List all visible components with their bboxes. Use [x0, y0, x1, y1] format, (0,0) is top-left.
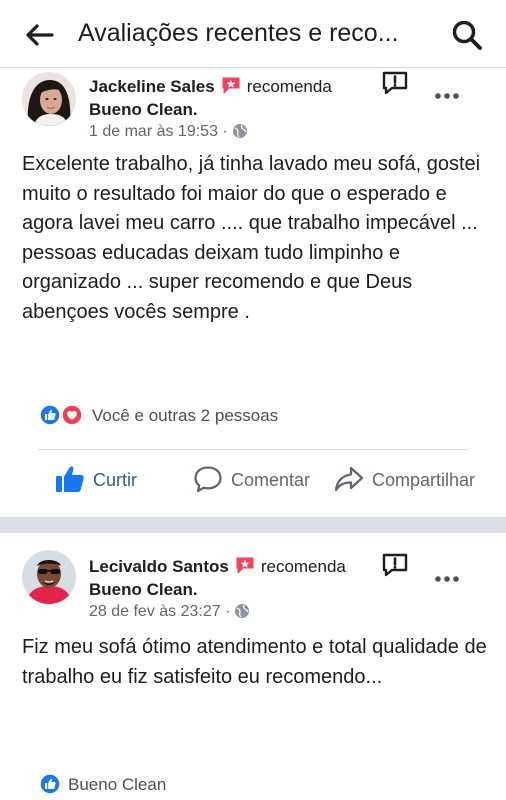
reactions-summary[interactable]: Bueno Clean [38, 773, 166, 795]
review-post: Jackeline Sales recomenda Bueno Clean. 1… [0, 68, 506, 517]
top-bar: Avaliações recentes e reco... [0, 0, 506, 68]
like-reaction-icon [39, 773, 61, 795]
avatar[interactable] [22, 72, 76, 126]
search-icon[interactable] [451, 19, 483, 51]
comment-button[interactable]: Comentar [193, 465, 310, 493]
thumbs-up-icon [56, 466, 84, 492]
report-flag-icon[interactable] [381, 552, 409, 578]
more-options-icon[interactable] [434, 92, 460, 100]
avatar[interactable] [22, 550, 76, 604]
reactions-summary[interactable]: Você e outras 2 pessoas [38, 404, 278, 426]
recommendation-icon [222, 77, 240, 94]
post-actions: Curtir Comentar Compartilhar [0, 465, 506, 505]
report-flag-icon[interactable] [381, 70, 409, 96]
globe-icon [235, 604, 250, 618]
more-options-icon[interactable] [434, 575, 460, 583]
page-name[interactable]: Bueno Clean. [89, 580, 198, 600]
share-icon [334, 466, 364, 492]
post-date[interactable]: 1 de mar às 19:53 · [89, 123, 228, 140]
divider [38, 449, 468, 450]
post-separator [0, 517, 506, 533]
globe-icon [232, 124, 247, 138]
comment-icon [194, 466, 222, 493]
review-text: Fiz meu sofá ótimo atendimento e total q… [22, 636, 487, 688]
reactions-text: Bueno Clean [68, 775, 167, 794]
like-love-reaction-icons [39, 404, 83, 426]
page-name[interactable]: Bueno Clean. [89, 100, 198, 120]
author-name[interactable]: Lecivaldo Santos [89, 557, 229, 576]
reactions-text: Você e outras 2 pessoas [92, 406, 279, 425]
comment-label: Comentar [231, 470, 311, 490]
review-post: Lecivaldo Santos recomenda Bueno Clean. … [0, 533, 506, 800]
post-date[interactable]: 28 de fev às 23:27 · [89, 603, 230, 620]
recommends-label: recomenda [246, 77, 332, 96]
review-text: Excelente trabalho, já tinha lavado meu … [22, 153, 481, 323]
share-button[interactable]: Compartilhar [334, 465, 475, 493]
recommendation-icon [236, 557, 254, 574]
page-title: Avaliações recentes e reco... [78, 19, 399, 47]
like-label: Curtir [93, 470, 137, 490]
recommends-label: recomenda [260, 557, 346, 576]
like-button[interactable]: Curtir [55, 465, 137, 493]
share-label: Compartilhar [372, 470, 476, 490]
author-name[interactable]: Jackeline Sales [89, 77, 215, 96]
arrow-left-icon[interactable] [24, 22, 54, 48]
